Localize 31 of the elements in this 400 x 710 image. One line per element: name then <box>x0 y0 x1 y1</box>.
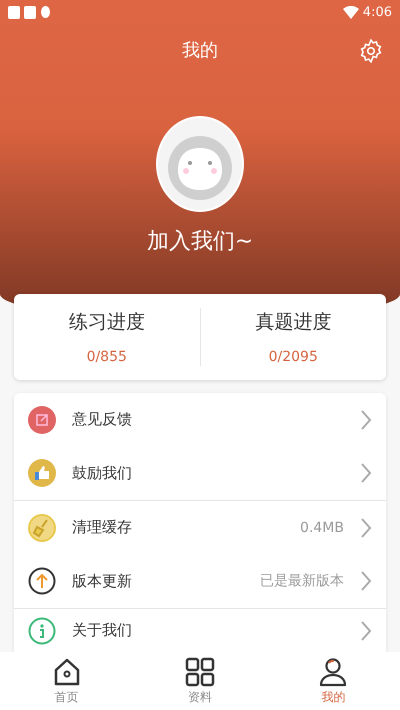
wifi-icon <box>342 6 359 18</box>
edit-icon <box>28 406 56 434</box>
chevron-right-icon <box>360 408 372 431</box>
menu-item[interactable]: 清理缓存 0.4MB <box>14 501 386 554</box>
page-title: 我的 <box>182 39 218 62</box>
tab[interactable]: 首页 <box>0 652 134 710</box>
chevron-right-icon <box>360 462 372 484</box>
profile-name[interactable]: 加入我们~ <box>146 226 254 256</box>
chevron-right-icon <box>360 620 372 642</box>
tab[interactable]: 我的 <box>266 652 400 710</box>
tab[interactable]: 资料 <box>133 652 267 710</box>
stat-value: 0/2095 <box>268 349 318 365</box>
status-time: 4:06 <box>362 4 392 20</box>
menu-item[interactable]: 关于我们 <box>14 609 386 652</box>
menu-item[interactable]: 意见反馈 <box>14 393 386 446</box>
stat-label: 练习进度 <box>68 310 145 335</box>
stat-value: 0/855 <box>86 349 127 365</box>
menu-item[interactable]: 鼓励我们 <box>14 446 386 500</box>
settings-icon[interactable] <box>358 38 384 64</box>
chevron-right-icon <box>360 570 372 592</box>
avatar[interactable] <box>156 116 244 212</box>
person-icon <box>318 656 348 686</box>
thumbs-up-icon <box>28 459 56 488</box>
notification-icon <box>8 6 20 18</box>
notification-icon <box>24 6 36 18</box>
grid-icon <box>184 656 215 686</box>
stat-label: 真题进度 <box>255 310 332 335</box>
menu-item[interactable]: 版本更新 已是最新版本 <box>14 554 386 608</box>
chevron-right-icon <box>360 516 372 539</box>
broom-icon <box>28 514 56 542</box>
info-icon <box>28 616 56 644</box>
